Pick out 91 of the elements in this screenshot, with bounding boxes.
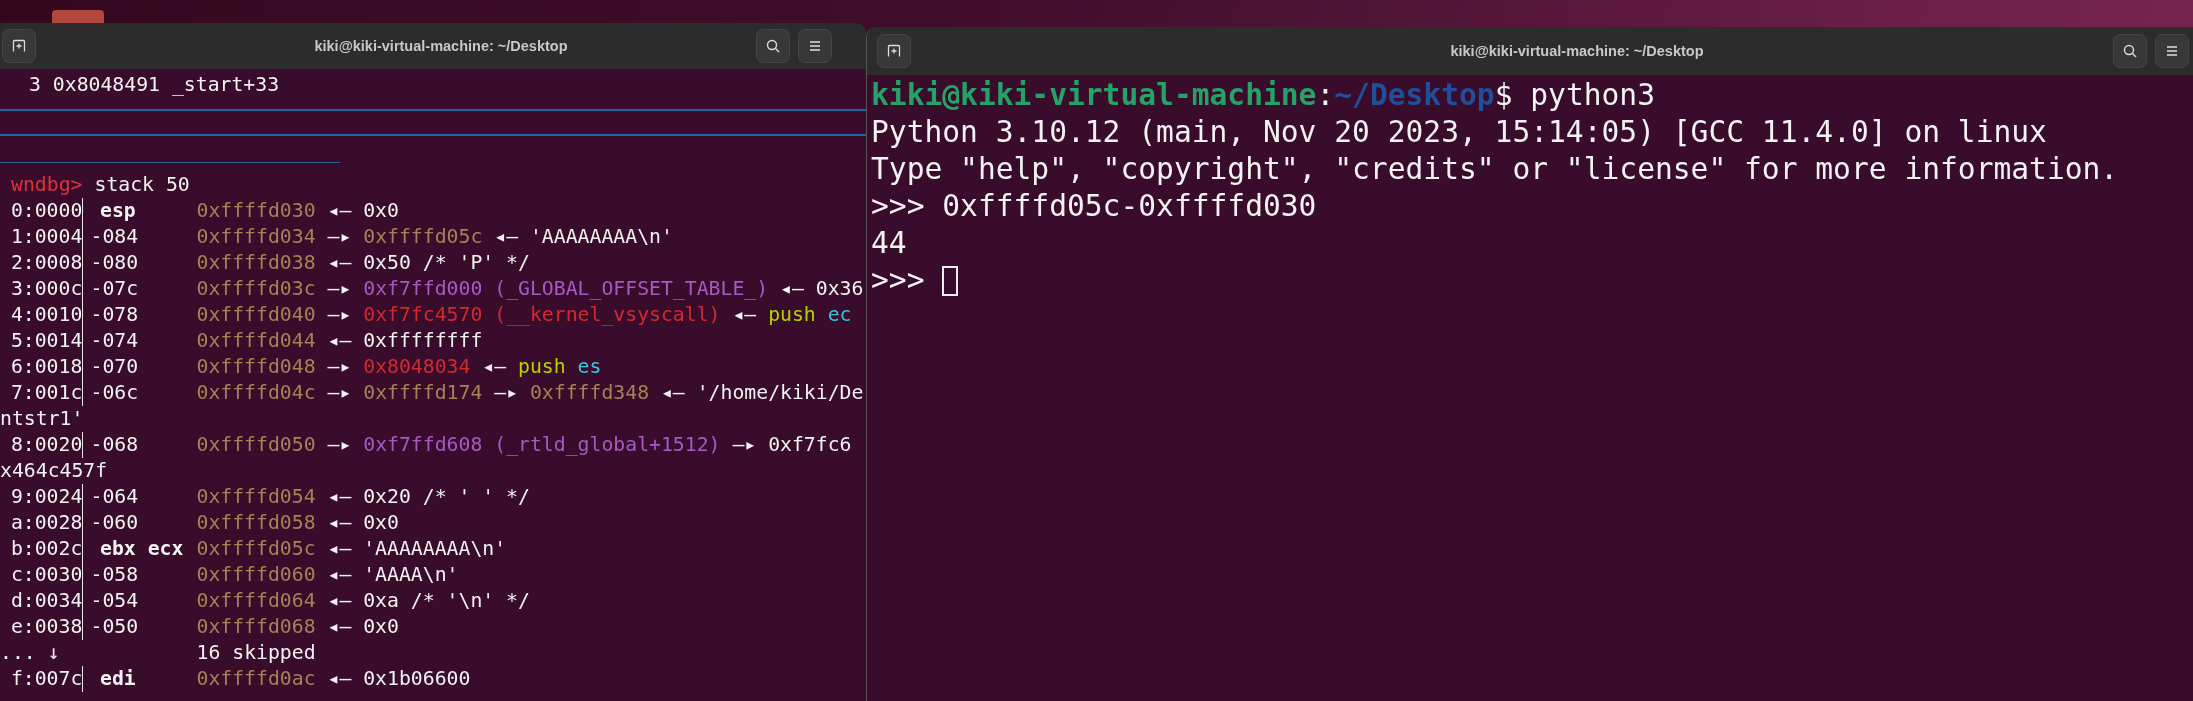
stack-index: c:0030 [10, 563, 83, 586]
stack-index: 6:0018 [10, 355, 83, 378]
new-tab-icon [11, 38, 27, 54]
stack-index: 3:000c [10, 277, 83, 300]
stack-address: 0xffffd054 [196, 484, 316, 510]
skip-text: 16 skipped [196, 640, 316, 666]
stack-value: ◂— 'AAAA\n' [327, 562, 459, 588]
command-text: stack 50 [94, 172, 190, 198]
stack-address: 0xffffd030 [196, 198, 316, 224]
stack-value: ◂— 0x0 [327, 510, 399, 536]
stack-index: 8:0020 [10, 433, 83, 456]
menu-icon [807, 38, 823, 54]
stack-address: 0xffffd034 [196, 224, 316, 250]
stack-index: f:007c [10, 667, 83, 690]
stack-index: 9:0024 [10, 485, 83, 508]
stack-value: ◂— 0x0 [327, 198, 399, 224]
stack-address: 0xffffd040 [196, 302, 316, 328]
stack-offset: -050 [90, 615, 139, 638]
stack-index: 1:0004 [10, 225, 83, 248]
stack-offset: -06c [90, 381, 139, 404]
stack-index: b:002c [10, 537, 83, 560]
stack-value: —▸ 0xffffd174 —▸ 0xffffd348 ◂— '/home/kiki/De [327, 380, 864, 406]
stack-address: 0xffffd05c [196, 536, 316, 562]
menu-button[interactable] [2155, 34, 2189, 68]
stack-offset: -084 [90, 225, 139, 248]
search-icon [2122, 43, 2138, 59]
stack-value: ◂— 0x0 [327, 614, 399, 640]
stack-index: 2:0008 [10, 251, 83, 274]
stack-offset: -068 [90, 433, 139, 456]
new-tab-button[interactable] [2, 29, 36, 63]
window-title: kiki@kiki-virtual-machine: ~/Desktop [313, 38, 569, 54]
stack-offset: -070 [90, 355, 139, 378]
stack-index: 5:0014 [10, 329, 83, 352]
search-button[interactable] [2113, 34, 2147, 68]
stack-address: 0xffffd044 [196, 328, 316, 354]
register-label: ebx ecx [100, 537, 184, 560]
terminal-line: 44 [871, 225, 907, 262]
terminal-line: 3 0x8048491 _start+33 [28, 72, 281, 98]
register-label: esp [100, 199, 136, 222]
stack-index: 0:0000 [10, 199, 83, 222]
skip-marker: ... ↓ [0, 640, 61, 666]
terminal-line: >>> [871, 262, 926, 299]
stack-index: 4:0010 [10, 303, 83, 326]
stack-address: 0xffffd03c [196, 276, 316, 302]
stack-value: —▸ 0xf7ffd000 (_GLOBAL_OFFSET_TABLE_) ◂— 0x36 [327, 276, 864, 302]
stack-address: 0xffffd04c [196, 380, 316, 406]
stack-offset: -054 [90, 589, 139, 612]
window-title: kiki@kiki-virtual-machine: ~/Desktop [1449, 43, 1705, 59]
stack-address: 0xffffd048 [196, 354, 316, 380]
stack-value: —▸ 0xf7ffd608 (_rtld_global+1512) —▸ 0xf7fc6 [327, 432, 852, 458]
stack-address: 0xffffd064 [196, 588, 316, 614]
register-label: edi [100, 667, 136, 690]
stack-offset: -060 [90, 511, 139, 534]
stack-value: ◂— 0x50 /* 'P' */ [327, 250, 530, 276]
stack-value: ◂— 0x1b06600 [327, 666, 471, 692]
stack-offset: -07c [90, 277, 139, 300]
search-icon [765, 38, 781, 54]
new-tab-button[interactable] [877, 34, 911, 68]
stack-address: 0xffffd068 [196, 614, 316, 640]
stack-value: —▸ 0x8048034 ◂— push es [327, 354, 602, 380]
stack-address: 0xffffd0ac [196, 666, 316, 692]
stack-value: ◂— 'AAAAAAAA\n' [327, 536, 507, 562]
stack-value: ◂— 0x20 /* ' ' */ [327, 484, 530, 510]
stack-value: ◂— 0xffffffff [327, 328, 483, 354]
stack-index: d:0034 [10, 589, 83, 612]
search-button[interactable] [756, 29, 790, 63]
stack-address: 0xffffd038 [196, 250, 316, 276]
stack-address: 0xffffd060 [196, 562, 316, 588]
terminal-line: >>> 0xffffd05c-0xffffd030 [871, 188, 1317, 225]
stack-address: 0xffffd058 [196, 510, 316, 536]
stack-index: 7:001c [10, 381, 83, 404]
stack-offset: -058 [90, 563, 139, 586]
stack-index: e:0038 [10, 615, 83, 638]
new-tab-icon [886, 43, 902, 59]
stack-offset: -064 [90, 485, 139, 508]
menu-icon [2164, 43, 2180, 59]
stack-value: —▸ 0xffffd05c ◂— 'AAAAAAAA\n' [327, 224, 673, 250]
stack-index: a:0028 [10, 511, 83, 534]
terminal-line: x464c457f [0, 458, 108, 484]
terminal-line: Type "help", "copyright", "credits" or "license" for more information. [871, 151, 2119, 188]
stack-offset: -080 [90, 251, 139, 274]
stack-value: ◂— 0xa /* '\n' */ [327, 588, 530, 614]
terminal-line: ntstr1' [0, 406, 84, 432]
terminal-line: Python 3.10.12 (main, Nov 20 2023, 15:14:05) [GCC 11.4.0] on linux [871, 114, 2047, 151]
stack-offset: -074 [90, 329, 139, 352]
stack-offset: -078 [90, 303, 139, 326]
stack-address: 0xffffd050 [196, 432, 316, 458]
prompt-text: wndbg> [11, 172, 83, 198]
stack-value: —▸ 0xf7fc4570 (__kernel_vsyscall) ◂— push ec [327, 302, 852, 328]
terminal-line: kiki@kiki-virtual-machine:~/Desktop$ python3 [871, 77, 1655, 114]
menu-button[interactable] [798, 29, 832, 63]
